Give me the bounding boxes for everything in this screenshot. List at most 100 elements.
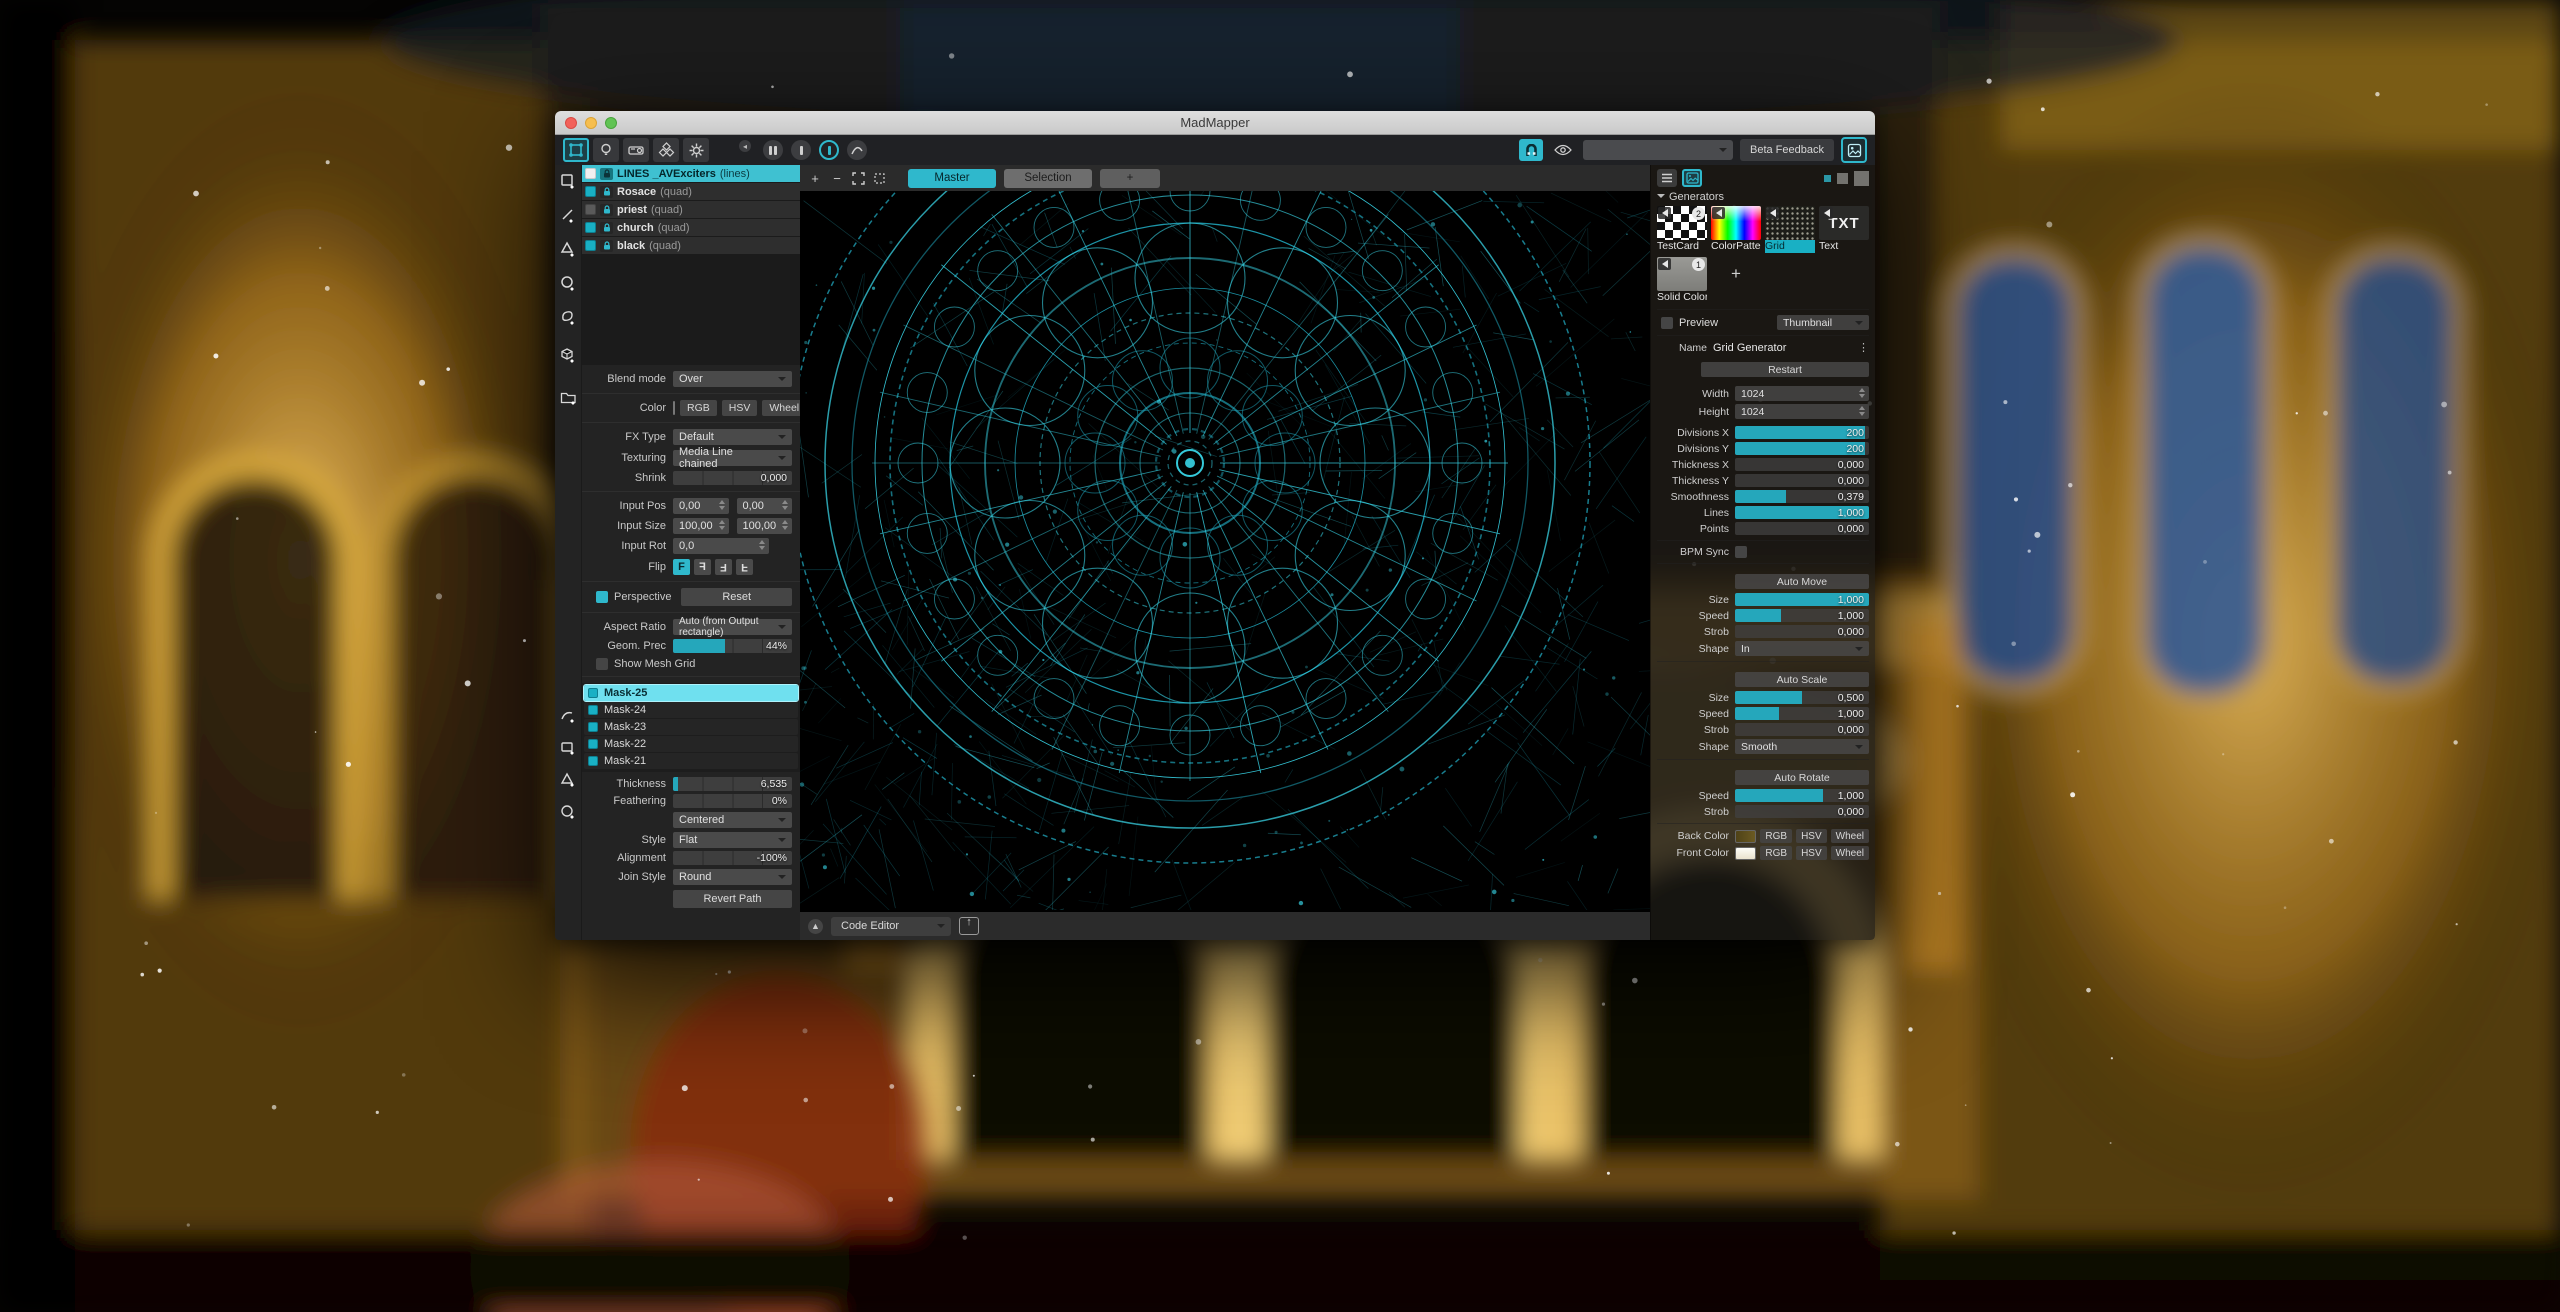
style-dropdown[interactable]: Flat [673, 832, 792, 848]
tab-add[interactable]: + [1100, 169, 1160, 188]
add-curve-mask-button[interactable] [558, 706, 578, 726]
add-triangle-surface-button[interactable] [558, 239, 578, 259]
scenes-cubes-button[interactable] [653, 138, 679, 162]
layer-visibility-checkbox[interactable] [585, 186, 596, 197]
reset-button[interactable]: Reset [681, 588, 792, 606]
back-hsv-button[interactable]: HSV [1796, 829, 1827, 843]
rgb-button[interactable]: RGB [680, 400, 717, 416]
auto-move-header[interactable]: Auto Move [1735, 574, 1869, 589]
surfaces-tool-button[interactable] [563, 138, 589, 162]
front-rgb-button[interactable]: RGB [1760, 846, 1792, 860]
height-stepper[interactable]: 1024 [1735, 404, 1869, 419]
mask-visibility-checkbox[interactable] [588, 688, 598, 698]
thumbnail-view-icon[interactable] [1682, 169, 1702, 187]
generator-grid[interactable]: Grid [1765, 206, 1815, 253]
back-color-swatch[interactable] [1735, 830, 1756, 843]
thickness-x-slider[interactable]: 0,000 [1735, 458, 1869, 471]
layer-row-rosace[interactable]: Rosace (quad) [582, 183, 800, 200]
thickness-slider[interactable]: 6,535 [673, 777, 792, 791]
zoom-in-icon[interactable]: + [808, 171, 822, 186]
input-pos-y-stepper[interactable]: 0,00 [737, 498, 793, 514]
surface-color-swatch[interactable] [673, 401, 675, 415]
auto-scale-shape-dropdown[interactable]: Smooth [1735, 739, 1869, 754]
lock-icon[interactable] [600, 222, 613, 234]
mask-row[interactable]: Mask-23 [584, 719, 798, 735]
input-pos-x-stepper[interactable]: 0,00 [673, 498, 729, 514]
beta-feedback-button[interactable]: Beta Feedback [1740, 139, 1834, 161]
restart-button[interactable]: Restart [1701, 362, 1869, 377]
frame-selection-icon[interactable] [873, 172, 886, 185]
generator-colorpattern[interactable]: ColorPattern [1711, 206, 1761, 253]
front-hsv-button[interactable]: HSV [1796, 846, 1827, 860]
preset-dropdown[interactable] [1583, 140, 1733, 160]
list-view-icon[interactable] [1657, 169, 1677, 187]
layer-row-lines[interactable]: LINES _AVExciters (lines) [582, 165, 800, 182]
show-mesh-grid-checkbox[interactable] [596, 658, 608, 670]
zoom-out-icon[interactable]: − [830, 171, 844, 186]
aspect-ratio-dropdown[interactable]: Auto (from Output rectangle) [673, 619, 792, 635]
mask-row[interactable]: Mask-21 [584, 753, 798, 769]
bpm-sync-checkbox[interactable] [1735, 546, 1747, 558]
input-size-y-stepper[interactable]: 100,00 [737, 518, 793, 534]
settings-gear-button[interactable] [683, 138, 709, 162]
add-rect-mask-button[interactable] [558, 738, 578, 758]
pause-cue-button[interactable] [763, 140, 783, 160]
auto-rotate-header[interactable]: Auto Rotate [1735, 770, 1869, 785]
lock-icon[interactable] [600, 240, 613, 252]
generator-solid-color[interactable]: 1 Solid Color [1657, 257, 1707, 304]
export-icon[interactable] [959, 917, 979, 935]
front-color-swatch[interactable] [1735, 847, 1756, 860]
projector-output-button[interactable] [623, 138, 649, 162]
feathering-slider[interactable]: 0% [673, 794, 792, 808]
play-icon[interactable] [1766, 207, 1779, 219]
panel-size-large-toggle[interactable] [1854, 171, 1869, 186]
fx-type-dropdown[interactable]: Default [673, 429, 792, 445]
mask-visibility-checkbox[interactable] [588, 722, 598, 732]
play-icon[interactable] [1712, 207, 1725, 219]
tab-selection[interactable]: Selection [1004, 169, 1092, 188]
thumbnail-dropdown[interactable]: Thumbnail [1777, 315, 1869, 330]
wheel-button[interactable]: Wheel [762, 400, 800, 416]
add-ellipse-mask-button[interactable] [558, 802, 578, 822]
add-quad-surface-button[interactable] [558, 171, 578, 191]
layer-visibility-checkbox[interactable] [585, 204, 596, 215]
add-triangle-mask-button[interactable] [558, 770, 578, 790]
add-generator-button[interactable]: + [1711, 257, 1761, 304]
layer-visibility-checkbox[interactable] [585, 222, 596, 233]
thickness-y-slider[interactable]: 0,000 [1735, 474, 1869, 487]
title-bar[interactable]: MadMapper [555, 111, 1875, 135]
auto-move-strob-slider[interactable]: 0,000 [1735, 625, 1869, 638]
auto-scale-strob-slider[interactable]: 0,000 [1735, 723, 1869, 736]
mask-row[interactable]: Mask-22 [584, 736, 798, 752]
flip-both-button[interactable]: F [715, 559, 732, 575]
width-stepper[interactable]: 1024 [1735, 386, 1869, 401]
visibility-eye-toggle[interactable] [1550, 139, 1576, 161]
auto-move-shape-dropdown[interactable]: In [1735, 641, 1869, 656]
generator-testcard[interactable]: 2 TestCard [1657, 206, 1707, 253]
kebab-menu-icon[interactable]: ⋮ [1858, 341, 1869, 354]
panel-size-small-toggle[interactable] [1824, 175, 1831, 182]
texturing-dropdown[interactable]: Media Line chained [673, 450, 792, 466]
cut-cue-button[interactable] [791, 140, 811, 160]
generators-section-header[interactable]: Generators [1657, 189, 1869, 204]
auto-move-size-slider[interactable]: 1,000 [1735, 593, 1869, 606]
generator-text[interactable]: TXT Text [1819, 206, 1869, 253]
panel-collapse-button[interactable]: ◂ [739, 140, 751, 152]
auto-rotate-speed-slider[interactable]: 1,000 [1735, 789, 1869, 802]
fade-cue-button[interactable] [847, 140, 867, 160]
code-editor-dropdown[interactable]: Code Editor [831, 917, 951, 936]
tab-master[interactable]: Master [908, 169, 996, 188]
layer-row-church[interactable]: church (quad) [582, 219, 800, 236]
smoothness-slider[interactable]: 0,379 [1735, 490, 1869, 503]
flip-vertical-button[interactable]: F [736, 559, 753, 575]
auto-scale-speed-slider[interactable]: 1,000 [1735, 707, 1869, 720]
auto-move-speed-slider[interactable]: 1,000 [1735, 609, 1869, 622]
lock-icon[interactable] [600, 168, 613, 180]
shrink-slider[interactable]: 0,000 [673, 471, 792, 485]
back-rgb-button[interactable]: RGB [1760, 829, 1792, 843]
layer-row-priest[interactable]: priest (quad) [582, 201, 800, 218]
revert-path-button[interactable]: Revert Path [673, 890, 792, 908]
layer-visibility-checkbox[interactable] [585, 240, 596, 251]
alignment-slider[interactable]: -100% [673, 851, 792, 865]
play-icon[interactable] [1658, 207, 1671, 219]
